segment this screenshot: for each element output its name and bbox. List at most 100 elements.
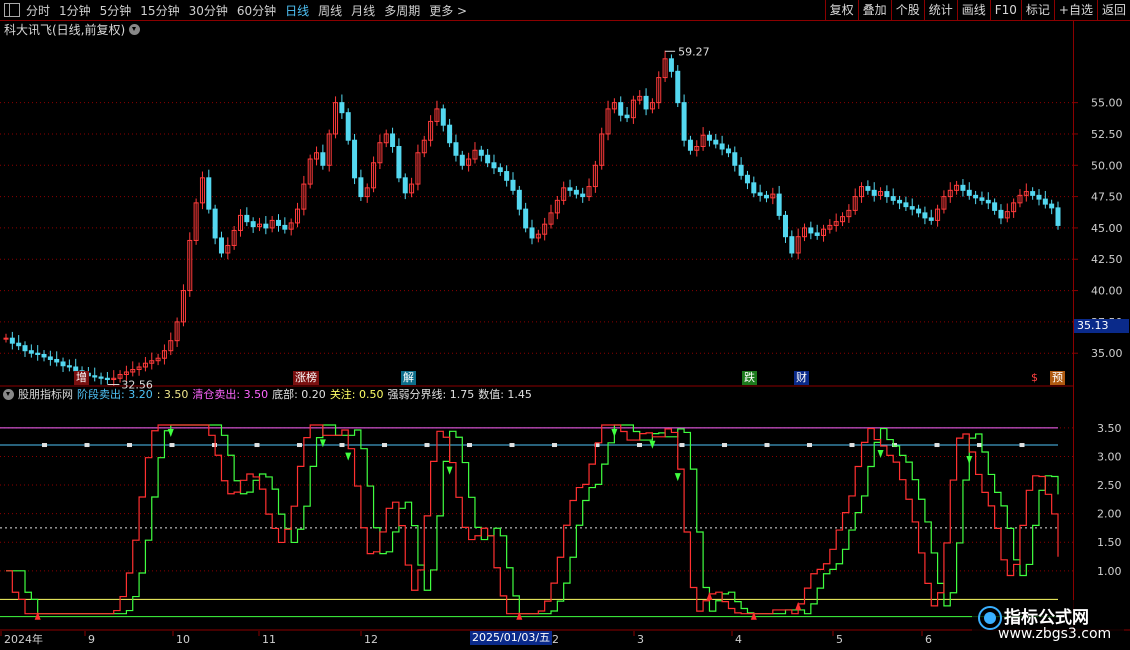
stage-sell-dot: [339, 443, 345, 448]
period-4[interactable]: 30分钟: [189, 2, 228, 19]
stock-title: 科大讯飞(日线,前复权): [4, 22, 126, 37]
event-marker-3[interactable]: 跌: [742, 371, 757, 385]
stage-sell-dot: [552, 443, 557, 448]
candle-body: [719, 143, 725, 150]
indicator-param-4: 关注: 0.50: [329, 388, 384, 401]
period-1[interactable]: 1分钟: [59, 2, 91, 19]
candle-body: [402, 177, 408, 194]
indicator-red-line: [6, 424, 1059, 615]
kline-chart[interactable]: 55.0052.5050.0047.5045.0042.5040.0037.50…: [0, 0, 1130, 650]
candle-body: [1036, 194, 1042, 200]
event-marker-0[interactable]: 增: [74, 371, 89, 385]
period-7[interactable]: 周线: [318, 2, 342, 19]
candle-body: [47, 356, 53, 360]
candle-body: [890, 196, 896, 201]
candle-body: [1030, 191, 1036, 196]
toolbar-button-5[interactable]: F10: [989, 0, 1021, 20]
toolbar-button-1[interactable]: 叠加: [857, 0, 891, 20]
high-price-label: 59.27: [678, 45, 710, 58]
period-6[interactable]: 日线: [285, 2, 309, 19]
xaxis-label: 10: [176, 633, 190, 646]
candle-body: [916, 208, 922, 214]
candle-body: [396, 145, 402, 179]
candle-body: [390, 133, 396, 147]
candle-body: [54, 358, 60, 363]
candle-body: [992, 202, 998, 211]
xaxis-label: 2024年: [4, 632, 43, 646]
event-marker-5[interactable]: $: [1029, 371, 1040, 385]
candle-body: [865, 186, 871, 191]
indicator-param-0: 阶段卖出: 3.20: [77, 388, 153, 401]
indicator-name[interactable]: 股朋指标网: [18, 386, 73, 402]
candle-body: [922, 212, 928, 219]
candle-body: [9, 337, 15, 344]
candle-body: [909, 206, 915, 210]
stage-sell-dot: [169, 443, 175, 448]
indicator-param-2: 清仓卖出: 3.50: [192, 388, 269, 401]
candle-body: [681, 102, 687, 141]
toolbar-button-8[interactable]: 返回: [1096, 0, 1130, 20]
indicator-green-line: [6, 424, 1059, 615]
candle-body: [504, 171, 510, 181]
period-5[interactable]: 60分钟: [237, 2, 276, 19]
buy-arrow-icon: [34, 611, 41, 620]
candle-body: [510, 179, 516, 191]
candle-body: [250, 221, 256, 228]
watermark-title: 指标公式网: [1004, 608, 1089, 628]
indicator-dropdown-icon[interactable]: [3, 388, 14, 400]
candle-body: [903, 202, 909, 208]
stage-sell-dot: [84, 443, 90, 448]
panel-toggle-icon[interactable]: [4, 3, 20, 17]
toolbar-button-3[interactable]: 统计: [923, 0, 957, 20]
candle-body: [453, 142, 459, 156]
stage-sell-dot: [297, 443, 302, 448]
candle-body: [339, 102, 345, 114]
event-marker-6[interactable]: 预: [1050, 371, 1065, 385]
candle-body: [276, 219, 282, 226]
candle-body: [1042, 198, 1048, 205]
candle-body: [28, 350, 34, 354]
period-9[interactable]: 多周期: [384, 2, 420, 19]
event-marker-2[interactable]: 解: [401, 371, 416, 385]
title-dropdown-icon[interactable]: [129, 23, 141, 35]
candle-body: [618, 102, 624, 116]
period-0[interactable]: 分时: [26, 2, 50, 19]
toolbar-button-0[interactable]: 复权: [824, 0, 858, 20]
candle-body: [529, 227, 535, 239]
stage-sell-dot: [127, 443, 132, 448]
xaxis-label: 12: [364, 633, 378, 646]
buy-arrow-icon: [795, 601, 802, 610]
candle-body: [675, 70, 681, 104]
candle-body: [973, 194, 979, 199]
period-2[interactable]: 5分钟: [100, 2, 132, 19]
candle-body: [776, 193, 782, 216]
candle-body: [440, 108, 446, 126]
candle-body: [206, 177, 212, 210]
event-marker-4[interactable]: 财: [794, 371, 809, 385]
event-marker-1[interactable]: 涨榜: [293, 371, 319, 385]
sell-arrow-icon: [877, 450, 884, 459]
candle-body: [478, 149, 484, 156]
stage-sell-dot: [382, 443, 387, 448]
candle-body: [643, 95, 649, 110]
toolbar-button-6[interactable]: 标记: [1020, 0, 1054, 20]
period-10[interactable]: 更多 >: [429, 2, 467, 19]
candle-body: [573, 189, 579, 195]
toolbar-button-7[interactable]: +自选: [1053, 0, 1097, 20]
candle-body: [979, 197, 985, 201]
candle-body: [1055, 207, 1061, 226]
xaxis-label: 4: [735, 633, 742, 646]
candle-body: [263, 223, 269, 229]
candle-body: [687, 139, 693, 151]
sell-arrow-icon: [319, 439, 326, 448]
candle-body: [447, 124, 453, 144]
period-3[interactable]: 15分钟: [140, 2, 179, 19]
xaxis-label: 2: [552, 633, 559, 646]
stage-sell-dot: [254, 443, 260, 448]
period-8[interactable]: 月线: [351, 2, 375, 19]
candle-body: [713, 139, 719, 145]
candle-body: [871, 189, 877, 196]
candle-body: [282, 224, 288, 230]
toolbar-button-4[interactable]: 画线: [956, 0, 990, 20]
toolbar-button-2[interactable]: 个股: [890, 0, 924, 20]
